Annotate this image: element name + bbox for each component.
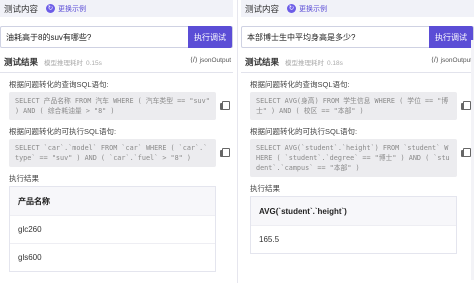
results-header: 测试结果 模型推理耗时 0.18s ⟨/⟩ jsonOutput: [241, 55, 474, 68]
sql-box: SELECT AVG(身高) FROM 学生信息 WHERE ( 学位 == "…: [250, 92, 471, 120]
table-row: glc260: [10, 215, 215, 243]
json-output-label: jsonOutput: [440, 56, 472, 64]
results-header: 测试结果 模型推理耗时 0.15s ⟨/⟩ jsonOutput: [0, 55, 233, 68]
inference-time-value: 0.18s: [327, 59, 343, 67]
inference-time: 模型推理耗时 0.15s: [44, 57, 102, 67]
panel-divider: [237, 0, 238, 283]
refresh-icon: ↻: [46, 4, 56, 13]
sql-text: SELECT AVG(身高) FROM 学生信息 WHERE ( 学位 == "…: [256, 97, 449, 115]
inference-time-value: 0.15s: [86, 59, 102, 67]
result-table: 产品名称 glc260 gls600: [9, 186, 216, 272]
sql-text: SELECT 产品名称 FROM 汽车 WHERE ( 汽车类型 == "suv…: [15, 97, 210, 115]
swap-example-button[interactable]: ↻ 更换示例: [287, 4, 327, 14]
table-header: AVG(`student`.`height`): [251, 197, 456, 225]
query-input[interactable]: [242, 27, 412, 47]
test-panel-left: 测试内容 ↻ 更换示例 执行调试 测试结果 模型推理耗时0.15s ⟨/⟩ js…: [0, 0, 233, 283]
results-title: 测试结果: [245, 56, 280, 67]
exec-sql-box: SELECT AVG(`student`.`height`) FROM `stu…: [250, 139, 471, 177]
run-debug-button[interactable]: 执行调试: [429, 26, 473, 48]
sql-box: SELECT 产品名称 FROM 汽车 WHERE ( 汽车类型 == "suv…: [9, 92, 230, 120]
query-row: 执行调试: [241, 26, 474, 48]
swap-example-label: 更换示例: [58, 5, 87, 13]
json-output-button[interactable]: ⟨/⟩ jsonOutput: [431, 56, 472, 65]
copy-icon[interactable]: [220, 148, 230, 157]
code-icon: ⟨/⟩: [431, 57, 439, 64]
query-row: 执行调试: [0, 26, 233, 48]
test-panel-right: 测试内容 ↻ 更换示例 执行调试 测试结果 模型推理耗时0.18s ⟨/⟩ js…: [241, 0, 474, 283]
sql-label: 根据问题转化的查询SQL语句:: [9, 80, 109, 89]
results-title: 测试结果: [4, 56, 39, 67]
refresh-icon: ↻: [287, 4, 297, 13]
inference-time: 模型推理耗时 0.18s: [285, 57, 343, 67]
table-row: 165.5: [251, 225, 456, 253]
run-debug-button[interactable]: 执行调试: [188, 26, 232, 48]
panel-header: 测试内容 ↻ 更换示例: [0, 0, 233, 17]
table-row: gls600: [10, 243, 215, 271]
json-output-label: jsonOutput: [199, 56, 231, 64]
exec-sql-text: SELECT AVG(`student`.`height`) FROM `stu…: [256, 144, 450, 172]
exec-sql-label: 根据问题转化的可执行SQL语句:: [9, 127, 117, 136]
panel-header: 测试内容 ↻ 更换示例: [241, 0, 474, 17]
copy-icon[interactable]: [461, 148, 471, 157]
results-separator: [241, 72, 474, 73]
swap-example-label: 更换示例: [299, 5, 328, 13]
exec-sql-text: SELECT `car`.`model` FROM `car` WHERE ( …: [15, 144, 208, 162]
inference-time-label: 模型推理耗时: [44, 59, 84, 67]
code-icon: ⟨/⟩: [190, 57, 198, 64]
exec-result-label: 执行结果: [9, 174, 39, 183]
panel-title: 测试内容: [245, 3, 280, 14]
panel-title: 测试内容: [4, 3, 39, 14]
exec-sql-label: 根据问题转化的可执行SQL语句:: [250, 127, 358, 136]
results-separator: [0, 72, 233, 73]
exec-sql-box: SELECT `car`.`model` FROM `car` WHERE ( …: [9, 139, 230, 167]
query-input[interactable]: [1, 27, 171, 47]
result-table: AVG(`student`.`height`) 165.5: [250, 196, 457, 254]
copy-icon[interactable]: [220, 101, 230, 110]
table-header: 产品名称: [10, 187, 215, 215]
inference-time-label: 模型推理耗时: [285, 59, 325, 67]
swap-example-button[interactable]: ↻ 更换示例: [46, 4, 86, 14]
exec-result-label: 执行结果: [250, 184, 280, 193]
copy-icon[interactable]: [461, 101, 471, 110]
json-output-button[interactable]: ⟨/⟩ jsonOutput: [190, 56, 231, 65]
sql-label: 根据问题转化的查询SQL语句:: [250, 80, 350, 89]
